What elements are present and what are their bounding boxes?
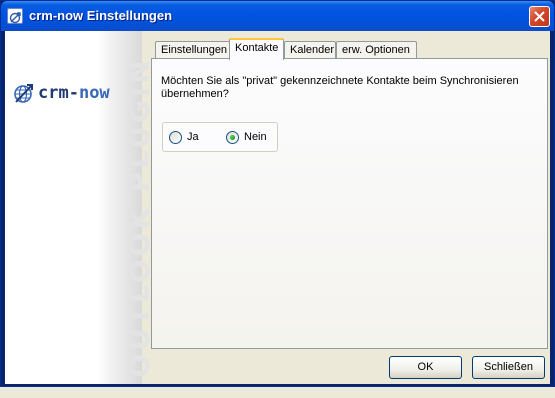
radio-ja[interactable]: Ja — [169, 130, 199, 144]
tab-einstellungen[interactable]: Einstellungen — [155, 41, 230, 59]
sync-private-radio-group: Ja Nein — [162, 122, 278, 152]
radio-ja-indicator[interactable] — [169, 130, 182, 144]
logo-suffix: now — [78, 83, 110, 103]
dialog-body: OUTLOOK PLUGIN crm-now Einstellungen Kon… — [5, 31, 550, 384]
tab-kalender[interactable]: Kalender — [284, 41, 336, 59]
title-bar[interactable]: crm-now Einstellungen — [1, 1, 554, 31]
window-title: crm-now Einstellungen — [29, 8, 173, 23]
radio-nein[interactable]: Nein — [226, 130, 267, 144]
brand-panel: OUTLOOK PLUGIN crm-now — [5, 31, 156, 384]
contacts-tab-panel: Möchten Sie als "privat" gekennzeichnete… — [151, 58, 548, 349]
radio-ja-label[interactable]: Ja — [187, 131, 199, 143]
radio-nein-label[interactable]: Nein — [244, 131, 267, 143]
crm-now-logo: crm-now — [12, 81, 132, 105]
radio-nein-indicator[interactable] — [226, 130, 239, 144]
settings-window: crm-now Einstellungen OUTLOOK PLUGIN crm… — [0, 0, 555, 387]
close-icon[interactable] — [529, 6, 550, 27]
logo-prefix: crm- — [38, 83, 79, 103]
globe-arrow-icon — [14, 84, 33, 103]
close-button[interactable]: Schließen — [472, 356, 545, 379]
app-icon — [7, 8, 23, 24]
logo-wordmark: crm-now — [38, 83, 110, 103]
tab-erw-optionen[interactable]: erw. Optionen — [336, 41, 417, 59]
private-contacts-question: Möchten Sie als "privat" gekennzeichnete… — [161, 75, 519, 100]
ok-button[interactable]: OK — [389, 356, 462, 379]
tab-kontakte[interactable]: Kontakte — [229, 38, 284, 60]
